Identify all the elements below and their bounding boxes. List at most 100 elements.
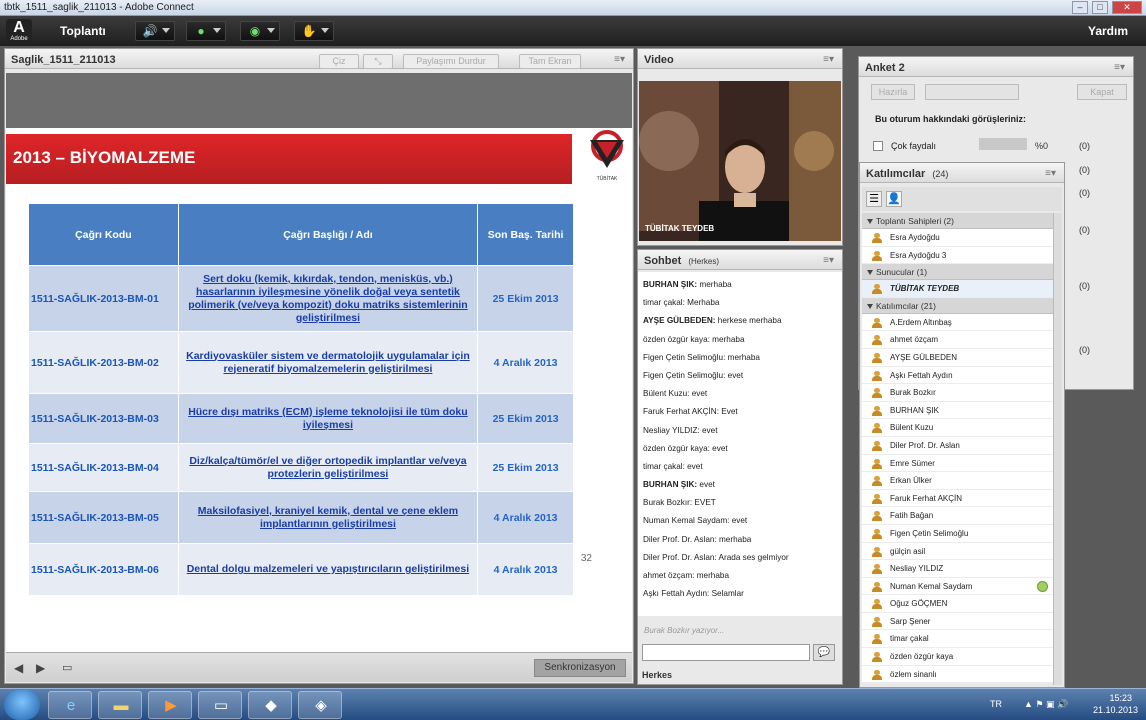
attendee-scrollbar[interactable] (1053, 213, 1062, 685)
call-deadline: 25 Ekim 2013 (477, 443, 574, 492)
table-row: 1511-SAĞLIK-2013-BM-04 Diz/kalça/tümör/e… (28, 443, 574, 492)
next-slide-icon[interactable]: ▶ (36, 661, 45, 675)
table-row: 1511-SAĞLIK-2013-BM-03 Hücre dışı matrik… (28, 393, 574, 444)
taskbar-explorer[interactable]: ▬ (98, 691, 142, 719)
pointer-icon: ⤡ (374, 56, 382, 66)
clock-date[interactable]: 21.10.2013 (1093, 705, 1138, 715)
attendee-item[interactable]: Diler Prof. Dr. Aslan (862, 436, 1054, 455)
attendee-item[interactable]: gülçin asil (862, 542, 1054, 561)
media-player-icon: ▶ (165, 697, 177, 714)
person-icon (872, 250, 882, 261)
person-icon (872, 233, 882, 243)
tray-icons[interactable]: ▲ ⚑ ▣ 🔊 (1024, 699, 1068, 710)
thumbnail-icon[interactable]: ▭ (62, 661, 72, 674)
microphone-icon: ● (197, 24, 205, 38)
status-view-icon[interactable]: 👤 (886, 191, 902, 207)
attendee-item[interactable]: Aşkı Fettah Aydın (862, 366, 1054, 385)
pod-menu-icon[interactable]: ≡▾ (614, 54, 625, 65)
list-view-icon[interactable]: ☰ (866, 191, 882, 207)
webcam-button[interactable]: ◉ (240, 21, 280, 41)
fullscreen-button[interactable]: Tam Ekran (519, 54, 581, 69)
pod-menu-icon[interactable]: ≡▾ (823, 54, 834, 65)
taskbar-app[interactable]: ◆ (248, 691, 292, 719)
slide-header-bar: 2013 – BİYOMALZEME (6, 134, 572, 184)
pointer-button[interactable]: ⤡ (363, 54, 393, 69)
chat-recipient-tab[interactable]: Herkes (642, 670, 672, 680)
attendee-item[interactable]: Esra Aydoğdu (862, 229, 1054, 247)
call-deadline: 4 Aralık 2013 (477, 543, 574, 596)
taskbar-media-player[interactable]: ▶ (148, 691, 192, 719)
prepare-poll-button[interactable]: Hazırla (871, 84, 915, 100)
call-title-link[interactable]: Dental dolgu malzemeleri ve yapıştırıcıl… (177, 543, 479, 596)
close-button[interactable]: ✕ (1112, 1, 1142, 14)
attendee-item[interactable]: Emre Sümer (862, 454, 1054, 473)
taskbar-app[interactable]: ▭ (198, 691, 242, 719)
pod-menu-icon[interactable]: ≡▾ (1045, 168, 1056, 179)
pod-menu-icon[interactable]: ≡▾ (823, 255, 834, 266)
attendee-item[interactable]: Esra Aydoğdu 3 (862, 246, 1054, 265)
maximize-button[interactable]: □ (1092, 1, 1108, 14)
chat-pod-title: Sohbet (644, 255, 682, 267)
send-message-button[interactable]: 💬 (813, 644, 835, 661)
poll-option-checkbox[interactable] (873, 141, 883, 151)
attendee-item[interactable]: özlem sinanlı (862, 665, 1054, 684)
taskbar-ie[interactable]: e (48, 691, 92, 719)
chevron-down-icon (162, 28, 170, 33)
attendee-item[interactable]: Oğuz GÖÇMEN (862, 595, 1054, 613)
chat-input[interactable] (642, 644, 810, 661)
call-title-link[interactable]: Hücre dışı matriks (ECM) işleme teknoloj… (177, 393, 479, 444)
call-code: 1511-SAĞLIK-2013-BM-03 (28, 393, 179, 444)
stop-sharing-button[interactable]: Paylaşımı Durdur (403, 54, 499, 69)
group-hosts[interactable]: Toplantı Sahipleri (2) (862, 213, 1054, 229)
monitor-icon: ▭ (213, 697, 229, 714)
call-title-link[interactable]: Kardiyovasküler sistem ve dermatolojik u… (177, 331, 479, 394)
attendee-item[interactable]: TÜBİTAK TEYDEB (862, 280, 1054, 298)
attendee-item[interactable]: Burak Bozkır (862, 384, 1054, 402)
meeting-menu[interactable]: Toplantı (60, 24, 106, 38)
start-button[interactable] (4, 690, 40, 720)
pod-menu-icon[interactable]: ≡▾ (1114, 62, 1125, 73)
prev-slide-icon[interactable]: ◀ (14, 661, 23, 675)
person-icon (872, 335, 882, 346)
attendee-item[interactable]: A.Erdem Altınbaş (862, 313, 1054, 332)
attendee-item[interactable]: özden özgür kaya (862, 648, 1054, 666)
speaker-button[interactable]: 🔊 (135, 21, 175, 41)
attendee-item[interactable]: timar çakal (862, 630, 1054, 649)
microphone-button[interactable]: ● (186, 21, 226, 41)
call-title-link[interactable]: Maksilofasiyel, kraniyel kemik, dental v… (177, 491, 479, 544)
attendee-item[interactable]: Sarp Şener (862, 612, 1054, 631)
language-indicator[interactable]: TR (990, 699, 1002, 709)
attendee-item[interactable]: Erkan Ülker (862, 472, 1054, 490)
call-title-link[interactable]: Sert doku (kemik, kıkırdak, tendon, meni… (177, 265, 479, 332)
draw-button[interactable]: Çiz (319, 54, 359, 69)
attendee-item[interactable]: Fatih Bağan (862, 507, 1054, 525)
attendee-item[interactable]: Figen Çetin Selimoğlu (862, 524, 1054, 543)
adobe-connect-icon: ◆ (265, 697, 277, 714)
raise-hand-button[interactable]: ✋ (294, 21, 334, 41)
attendee-item[interactable]: Numan Kemal Saydam (862, 577, 1054, 596)
poll-action-button[interactable] (925, 84, 1019, 100)
minimize-button[interactable]: – (1072, 1, 1088, 14)
call-title-link[interactable]: Diz/kalça/tümör/el ve diğer ortopedik im… (177, 443, 479, 492)
attendee-item[interactable]: Faruk Ferhat AKÇİN (862, 489, 1054, 508)
poll-option-count: (0) (1079, 345, 1090, 355)
window-title: tbtk_1511_saglik_211013 - Adobe Connect (4, 2, 194, 13)
group-presenters[interactable]: Sunucular (1) (862, 264, 1054, 281)
poll-pod-header: Anket 2 ≡▾ (859, 57, 1133, 77)
hand-icon: ✋ (301, 24, 317, 38)
attendee-item[interactable]: Nesliay YILDIZ (862, 560, 1054, 578)
attendee-item[interactable]: Bülent Kuzu (862, 419, 1054, 437)
group-participants[interactable]: Katılımcılar (21) (862, 297, 1054, 314)
attendee-item[interactable]: ahmet özçam (862, 331, 1054, 349)
attendee-item[interactable]: AYŞE GÜLBEDEN (862, 348, 1054, 367)
taskbar-app[interactable]: ◈ (298, 691, 342, 719)
help-menu[interactable]: Yardım (1088, 24, 1128, 38)
slide-viewport: 2013 – BİYOMALZEME TÜBİTAK Çağrı Kodu Ça… (6, 73, 632, 653)
call-code: 1511-SAĞLIK-2013-BM-02 (28, 331, 179, 394)
clock-time[interactable]: 15:23 (1109, 693, 1132, 703)
attendee-toolbar: ☰ 👤 (862, 187, 1062, 211)
attendee-item[interactable]: BURHAN ŞIK (862, 401, 1054, 420)
sync-button[interactable]: Senkronizasyon (534, 659, 626, 677)
close-poll-button[interactable]: Kapat (1077, 84, 1127, 100)
chat-message: özden özgür kaya: evet (643, 443, 728, 453)
